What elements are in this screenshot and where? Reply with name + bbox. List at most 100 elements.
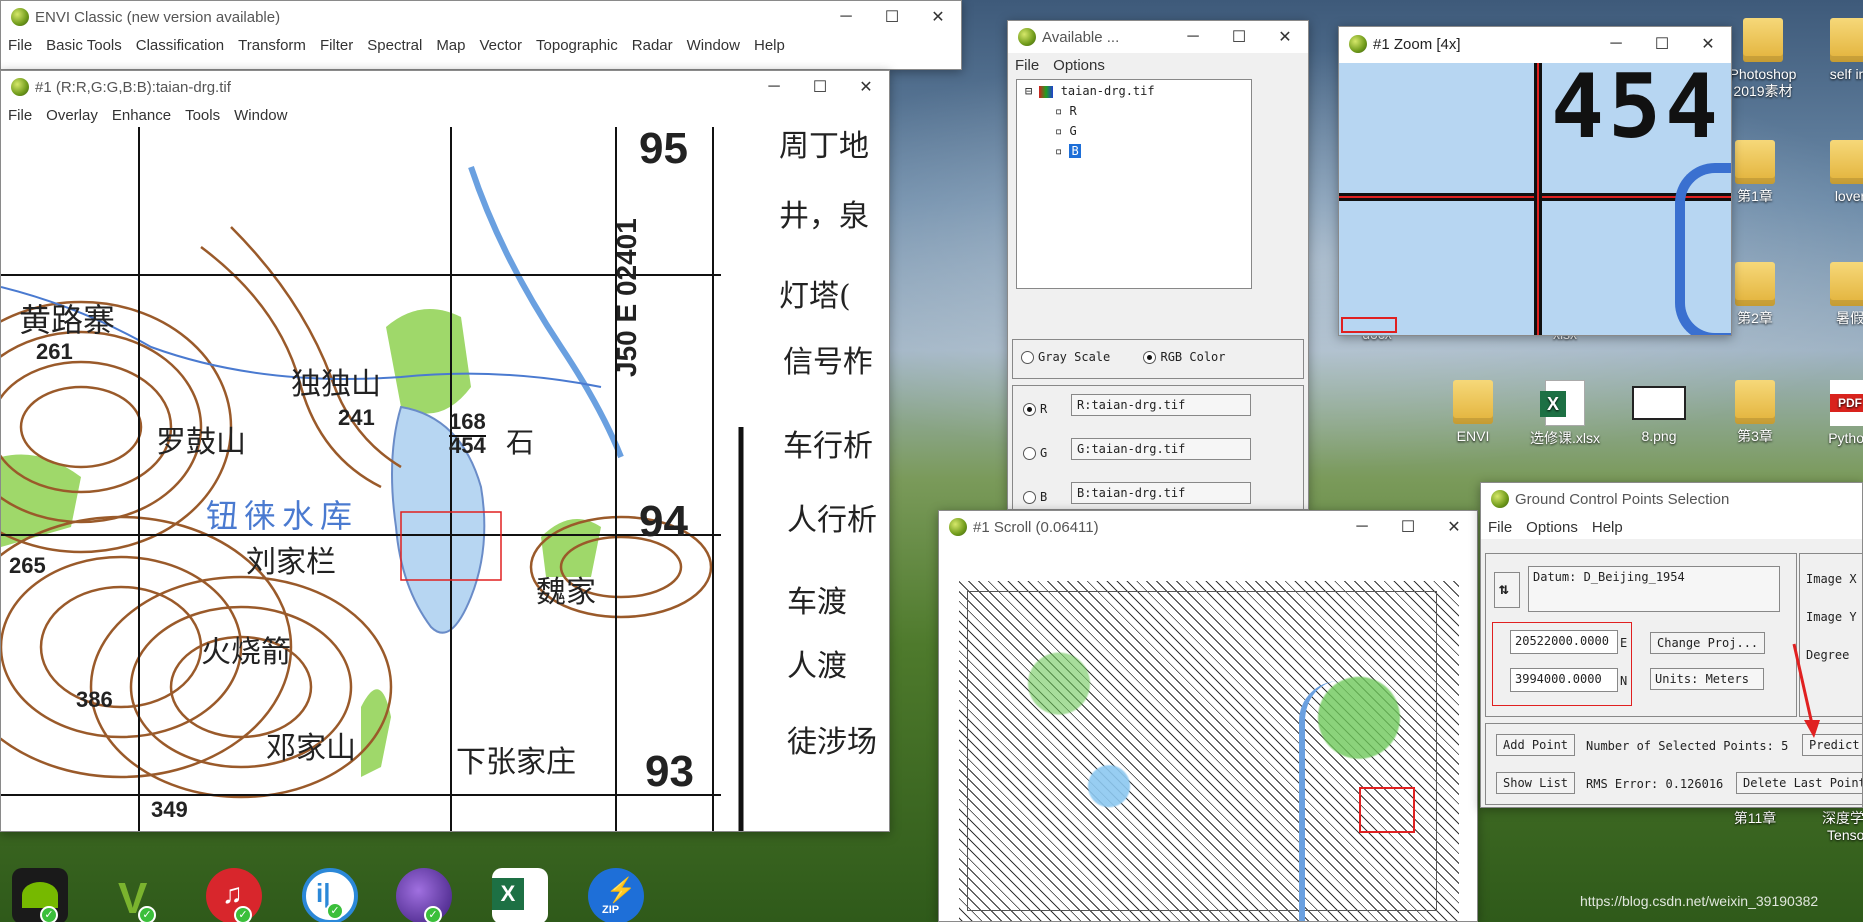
easting-input[interactable]: 20522000.0000 — [1510, 630, 1618, 654]
collapse-icon[interactable]: ⊟ — [1025, 84, 1039, 98]
menu-vector[interactable]: Vector — [473, 37, 530, 54]
menu-options[interactable]: Options — [1519, 519, 1585, 536]
tree-file-label: taian-drg.tif — [1060, 84, 1155, 98]
maximize-button[interactable]: ☐ — [869, 1, 915, 33]
legend-text: 灯塔( — [779, 279, 851, 314]
g-channel-field[interactable]: G:taian-drg.tif — [1071, 438, 1251, 460]
show-list-button[interactable]: Show List — [1496, 772, 1576, 794]
b-channel-radio[interactable] — [1023, 491, 1036, 504]
change-proj-button[interactable]: Change Proj... — [1650, 632, 1766, 654]
band-tree[interactable]: ⊟ taian-drg.tif ▫ R ▫ G ▫ B — [1016, 79, 1252, 289]
available-bands-titlebar[interactable]: Available ... ─ ☐ ✕ — [1008, 21, 1308, 53]
maximize-button[interactable]: ☐ — [797, 71, 843, 103]
menu-tools[interactable]: Tools — [178, 107, 227, 124]
envi-main-titlebar[interactable]: ENVI Classic (new version available) ─ ☐… — [1, 1, 961, 33]
maximize-button[interactable]: ☐ — [1639, 28, 1685, 60]
menu-spectral[interactable]: Spectral — [360, 37, 429, 54]
sheet-code: J50 E 02401 — [611, 218, 642, 377]
grid-label-93: 93 — [645, 747, 694, 796]
desktop-icon[interactable]: 暑假 — [1805, 262, 1863, 327]
add-point-button[interactable]: Add Point — [1496, 734, 1576, 756]
scroll-viewport-box[interactable] — [1359, 787, 1415, 833]
rgb-color-radio[interactable] — [1143, 351, 1157, 364]
delete-last-point-button[interactable]: Delete Last Point — [1736, 772, 1862, 794]
g-channel-radio[interactable] — [1023, 447, 1036, 460]
minimize-button[interactable]: ─ — [1593, 28, 1639, 60]
minimize-button[interactable]: ─ — [823, 1, 869, 33]
desktop-icon[interactable]: 选修课.xlsx — [1520, 380, 1610, 447]
menu-file[interactable]: File — [1481, 519, 1519, 536]
close-button[interactable]: ✕ — [1431, 511, 1477, 543]
menu-map[interactable]: Map — [429, 37, 472, 54]
watermark-text: https://blog.csdn.net/weixin_39190382 — [1580, 893, 1819, 909]
desktop-icon[interactable]: Python — [1805, 380, 1863, 447]
veeam-icon[interactable]: V ✓ — [110, 868, 166, 922]
zip-icon[interactable]: ZIP ⚡ — [588, 868, 644, 922]
menu-options[interactable]: Options — [1046, 57, 1112, 74]
menu-file[interactable]: File — [1008, 57, 1046, 74]
scroll-window-titlebar[interactable]: #1 Scroll (0.06411) ─ ☐ ✕ — [939, 511, 1477, 543]
zoom-view[interactable]: 454 — [1339, 63, 1731, 335]
zoom-controls-icon[interactable] — [1341, 317, 1397, 333]
gcp-titlebar[interactable]: Ground Control Points Selection — [1481, 483, 1862, 515]
close-button[interactable]: ✕ — [843, 71, 889, 103]
image-window-titlebar[interactable]: #1 (R:R,G:G,B:B):taian-drg.tif ─ ☐ ✕ — [1, 71, 889, 103]
minimize-button[interactable]: ─ — [1170, 21, 1216, 53]
minimize-button[interactable]: ─ — [751, 71, 797, 103]
menu-basic-tools[interactable]: Basic Tools — [39, 37, 129, 54]
menu-window[interactable]: Window — [227, 107, 294, 124]
menu-classification[interactable]: Classification — [129, 37, 231, 54]
close-button[interactable]: ✕ — [1685, 28, 1731, 60]
map-image-view[interactable]: 95 94 93 J50 E 02401 黄路寨 独独山 罗鼓山 刘家栏 魏家 … — [1, 127, 889, 831]
close-button[interactable]: ✕ — [915, 1, 961, 33]
maximize-button[interactable]: ☐ — [1385, 511, 1431, 543]
minimize-button[interactable]: ─ — [1339, 511, 1385, 543]
menu-file[interactable]: File — [1, 37, 39, 54]
tree-band-r[interactable]: ▫ R — [1025, 104, 1243, 124]
menu-help[interactable]: Help — [747, 37, 792, 54]
menu-enhance[interactable]: Enhance — [105, 107, 178, 124]
elevation-label: 265 — [9, 553, 46, 578]
b-channel-field[interactable]: B:taian-drg.tif — [1071, 482, 1251, 504]
maximize-button[interactable]: ☐ — [1216, 21, 1262, 53]
menu-filter[interactable]: Filter — [313, 37, 360, 54]
gcp-title: Ground Control Points Selection — [1515, 490, 1730, 508]
excel-file-icon — [1540, 380, 1585, 426]
legend-text: 周丁地 — [779, 129, 869, 164]
folder-icon — [1735, 262, 1775, 306]
tree-band-b[interactable]: ▫ B — [1025, 144, 1243, 164]
zoom-map-text: 454 — [1551, 63, 1722, 158]
legend-text: 人行析 — [787, 503, 877, 538]
menu-file[interactable]: File — [1, 107, 39, 124]
zoom-window-titlebar[interactable]: #1 Zoom [4x] ─ ☐ ✕ — [1339, 27, 1731, 61]
menu-topographic[interactable]: Topographic — [529, 37, 625, 54]
menu-overlay[interactable]: Overlay — [39, 107, 105, 124]
band-label: G — [1069, 124, 1077, 138]
desktop-icon[interactable]: self im — [1805, 18, 1863, 83]
netease-music-icon[interactable]: ♫ ✓ — [206, 868, 262, 922]
menu-radar[interactable]: Radar — [625, 37, 680, 54]
swap-button[interactable]: ⇅ — [1494, 572, 1520, 608]
menu-help[interactable]: Help — [1585, 519, 1630, 536]
gray-scale-radio[interactable] — [1021, 351, 1034, 364]
menu-transform[interactable]: Transform — [231, 37, 313, 54]
eclipse-icon[interactable]: ✓ — [396, 868, 452, 922]
nvidia-icon[interactable]: ✓ — [12, 868, 68, 922]
desktop-icon[interactable]: lover — [1805, 140, 1863, 205]
units-field[interactable]: Units: Meters — [1650, 668, 1764, 690]
desktop-icon[interactable]: 8.png — [1614, 380, 1704, 445]
scroll-view[interactable] — [959, 581, 1459, 921]
r-channel-field[interactable]: R:taian-drg.tif — [1071, 394, 1251, 416]
desktop-icon[interactable]: ENVI — [1428, 380, 1518, 445]
desktop-icon[interactable]: 第3章 — [1710, 380, 1800, 445]
northing-input[interactable]: 3994000.0000 — [1510, 668, 1618, 692]
coord-label-bottom: 454 — [449, 433, 486, 458]
tree-file-node[interactable]: ⊟ taian-drg.tif — [1025, 84, 1243, 104]
excel-icon[interactable]: X — [492, 868, 548, 922]
r-channel-radio[interactable] — [1023, 403, 1036, 416]
tree-band-g[interactable]: ▫ G — [1025, 124, 1243, 144]
desktop-icon-label: 选修课.xlsx — [1530, 430, 1600, 446]
close-button[interactable]: ✕ — [1262, 21, 1308, 53]
iqiyi-icon[interactable]: i| ✓ — [302, 868, 358, 922]
menu-window[interactable]: Window — [680, 37, 747, 54]
